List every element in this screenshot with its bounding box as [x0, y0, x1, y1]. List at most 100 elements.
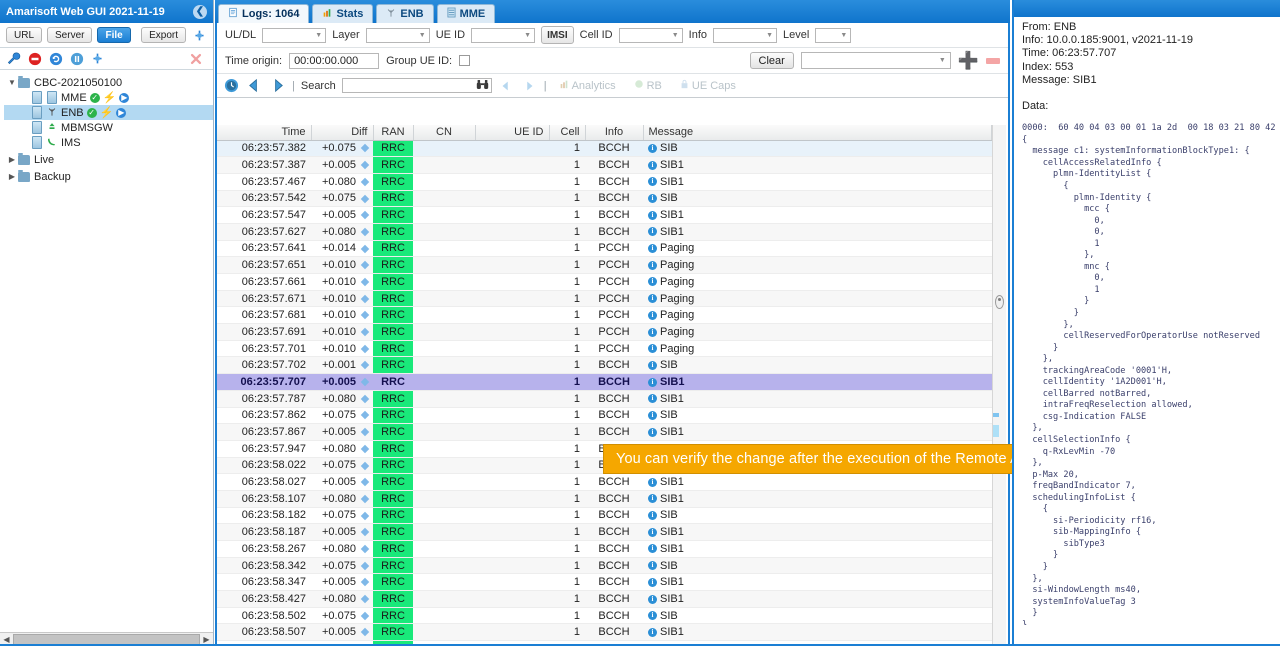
table-row[interactable]: 06:23:58.342 +0.075 RRC 1 BCCH i SIB	[217, 557, 992, 575]
expand-toggle-icon[interactable]: ▶	[6, 155, 18, 164]
tab-logs[interactable]: Logs: 1064	[218, 4, 310, 23]
table-row[interactable]: 06:23:58.507 +0.005 RRC 1 BCCH i SIB1	[217, 623, 992, 642]
column-header-message[interactable]: Message	[643, 125, 992, 141]
tab-enb[interactable]: ENB	[376, 4, 434, 23]
play-icon[interactable]: ▶	[119, 92, 130, 103]
server-tree[interactable]: ▼ CBC-2021050100 MME ✓ ⚡ ▶ ENB ✓ ⚡ ▶ MBM…	[0, 70, 213, 184]
cell-time: 06:23:58.342	[217, 557, 311, 575]
info-select[interactable]: ▼	[713, 27, 777, 43]
table-row[interactable]: 06:23:57.867 +0.005 RRC 1 BCCH i SIB1	[217, 423, 992, 441]
expand-toggle-icon[interactable]: ▼	[6, 78, 18, 87]
level-select[interactable]: ▼	[815, 27, 852, 43]
search-prev-icon[interactable]	[498, 77, 515, 94]
search-next-icon[interactable]	[521, 77, 538, 94]
table-row[interactable]: 06:23:57.641 +0.014 RRC 1 PCCH i Paging	[217, 240, 992, 258]
table-row[interactable]: 06:23:58.107 +0.080 RRC 1 BCCH i SIB1	[217, 490, 992, 508]
pause-icon[interactable]	[68, 50, 85, 67]
column-header-ran[interactable]: RAN	[373, 125, 414, 141]
ueid-select[interactable]: ▼	[471, 27, 536, 43]
cell-message: iSIB	[643, 507, 992, 525]
imsi-button[interactable]: IMSI	[541, 26, 574, 44]
table-row[interactable]: 06:23:57.467 +0.080 RRC 1 BCCH i SIB1	[217, 173, 992, 191]
arrow-left-icon[interactable]	[246, 77, 263, 94]
table-row[interactable]: 06:23:57.707 +0.005 RRC 1 BCCH i SIB1	[217, 373, 992, 391]
tree-item-label: MME	[61, 91, 87, 104]
red-x-icon[interactable]	[187, 50, 204, 67]
column-header-diff[interactable]: Diff	[311, 125, 374, 141]
table-row[interactable]: 06:23:57.681 +0.010 RRC 1 PCCH i Paging	[217, 306, 992, 325]
ue-caps-button[interactable]: UE Caps	[674, 76, 742, 95]
table-row[interactable]: 06:23:57.661 +0.010 RRC 1 PCCH i Paging	[217, 273, 992, 291]
scrollbar-thumb[interactable]	[995, 295, 1004, 309]
column-header-cell[interactable]: Cell	[549, 125, 586, 141]
search-input[interactable]	[341, 78, 492, 93]
tree-item-mbmsgw[interactable]: MBMSGW	[4, 120, 213, 135]
arrow-left-icon[interactable]: ◀	[0, 635, 13, 644]
play-icon[interactable]: ▶	[116, 107, 127, 118]
minus-icon[interactable]	[986, 57, 1000, 64]
cellid-select[interactable]: ▼	[618, 27, 683, 43]
group-ueid-checkbox[interactable]	[459, 55, 471, 66]
table-row[interactable]: 06:23:58.347 +0.005 RRC 1 BCCH i SIB1	[217, 573, 992, 592]
table-row[interactable]: 06:23:57.671 +0.010 RRC 1 PCCH i Paging	[217, 290, 992, 308]
table-row[interactable]: 06:23:57.862 +0.075 RRC 1 BCCH i SIB	[217, 407, 992, 425]
tab-mme[interactable]: MME	[436, 4, 496, 23]
binoculars-icon[interactable]	[476, 79, 489, 93]
table-row[interactable]: 06:23:57.702 +0.001 RRC 1 BCCH i SIB	[217, 356, 992, 375]
log-table-container[interactable]: Time Diff RAN CN UE ID Cell Info Message…	[217, 125, 1008, 644]
table-row[interactable]: 06:23:57.542 +0.075 RRC 1 BCCH i SIB	[217, 190, 992, 208]
tree-item-live[interactable]: ▶ Live	[4, 152, 213, 167]
cell-ueid	[475, 623, 549, 642]
tree-item-enb[interactable]: ENB ✓ ⚡ ▶	[4, 105, 213, 120]
layer-select[interactable]: ▼	[365, 27, 430, 43]
table-row[interactable]: 06:23:57.651 +0.010 RRC 1 PCCH i Paging	[217, 256, 992, 274]
table-row[interactable]: 06:23:57.387 +0.005 RRC 1 BCCH i SIB1	[217, 156, 992, 174]
refresh-icon[interactable]	[47, 50, 64, 67]
preset-select[interactable]: ▼	[800, 52, 951, 69]
time-origin-input[interactable]: 00:00:00.000	[289, 52, 380, 69]
info-label: Info	[688, 29, 707, 41]
table-row[interactable]: 06:23:58.027 +0.005 RRC 1 BCCH i SIB1	[217, 473, 992, 491]
table-row[interactable]: 06:23:57.627 +0.080 RRC 1 BCCH i SIB1	[217, 223, 992, 241]
table-vertical-scrollbar[interactable]	[992, 125, 1006, 644]
table-row[interactable]: 06:23:58.427 +0.080 RRC 1 BCCH i SIB1	[217, 590, 992, 608]
rb-button[interactable]: RB	[628, 76, 668, 95]
tree-item-mme[interactable]: MME ✓ ⚡ ▶	[4, 90, 213, 105]
table-row[interactable]: 06:23:58.267 +0.080 RRC 1 BCCH i SIB1	[217, 540, 992, 558]
column-header-cn[interactable]: CN	[413, 125, 476, 141]
column-header-ueid[interactable]: UE ID	[475, 125, 550, 141]
url-button[interactable]: URL	[6, 27, 43, 43]
arrow-right-icon[interactable]: ▶	[200, 635, 213, 644]
table-row[interactable]: 06:23:58.182 +0.075 RRC 1 BCCH i SIB	[217, 507, 992, 525]
wrench-icon[interactable]	[5, 50, 22, 67]
uldl-select[interactable]: ▼	[262, 27, 327, 43]
arrow-right-icon[interactable]	[269, 77, 286, 94]
log-table-body[interactable]: 06:23:57.382 +0.075 RRC 1 BCCH i SIB 06:23:57.…	[217, 140, 992, 644]
column-header-time[interactable]: Time	[217, 125, 312, 141]
chevron-left-icon[interactable]: ❮	[193, 4, 207, 19]
table-row[interactable]: 06:23:58.187 +0.005 RRC 1 BCCH i SIB1	[217, 523, 992, 541]
table-row[interactable]: 06:23:57.547 +0.005 RRC 1 BCCH i SIB1	[217, 206, 992, 224]
export-button[interactable]: Export	[141, 27, 186, 43]
table-row[interactable]: 06:23:57.382 +0.075 RRC 1 BCCH i SIB	[217, 140, 992, 158]
plus-icon[interactable]: ➕	[958, 52, 979, 69]
table-row[interactable]: 06:23:57.787 +0.080 RRC 1 BCCH i SIB1	[217, 390, 992, 408]
expand-toggle-icon[interactable]: ▶	[6, 172, 18, 181]
table-row[interactable]: 06:23:57.691 +0.010 RRC 1 PCCH i Paging	[217, 323, 992, 341]
table-row[interactable]: 06:23:57.701 +0.010 RRC 1 PCCH i Paging	[217, 340, 992, 358]
tab-stats[interactable]: Stats	[312, 4, 374, 23]
stop-icon[interactable]	[26, 50, 43, 67]
analytics-button[interactable]: Analytics	[553, 76, 622, 95]
column-header-info[interactable]: Info	[585, 125, 644, 141]
clock-icon[interactable]	[223, 77, 240, 94]
connect-icon[interactable]	[89, 50, 106, 67]
tree-item-backup[interactable]: ▶ Backup	[4, 169, 213, 184]
table-row[interactable]: 06:23:58.502 +0.075 RRC 1 BCCH i SIB	[217, 607, 992, 625]
clear-button[interactable]: Clear	[749, 52, 794, 69]
message-detail[interactable]: From: ENB Info: 10.0.0.185:9001, v2021-1…	[1014, 17, 1278, 625]
tree-item-ims[interactable]: IMS	[4, 135, 213, 150]
server-button[interactable]: Server	[47, 27, 93, 43]
connect-icon[interactable]	[191, 28, 207, 43]
file-button[interactable]: File	[97, 27, 131, 43]
tree-item-cbc[interactable]: ▼ CBC-2021050100	[4, 75, 213, 90]
